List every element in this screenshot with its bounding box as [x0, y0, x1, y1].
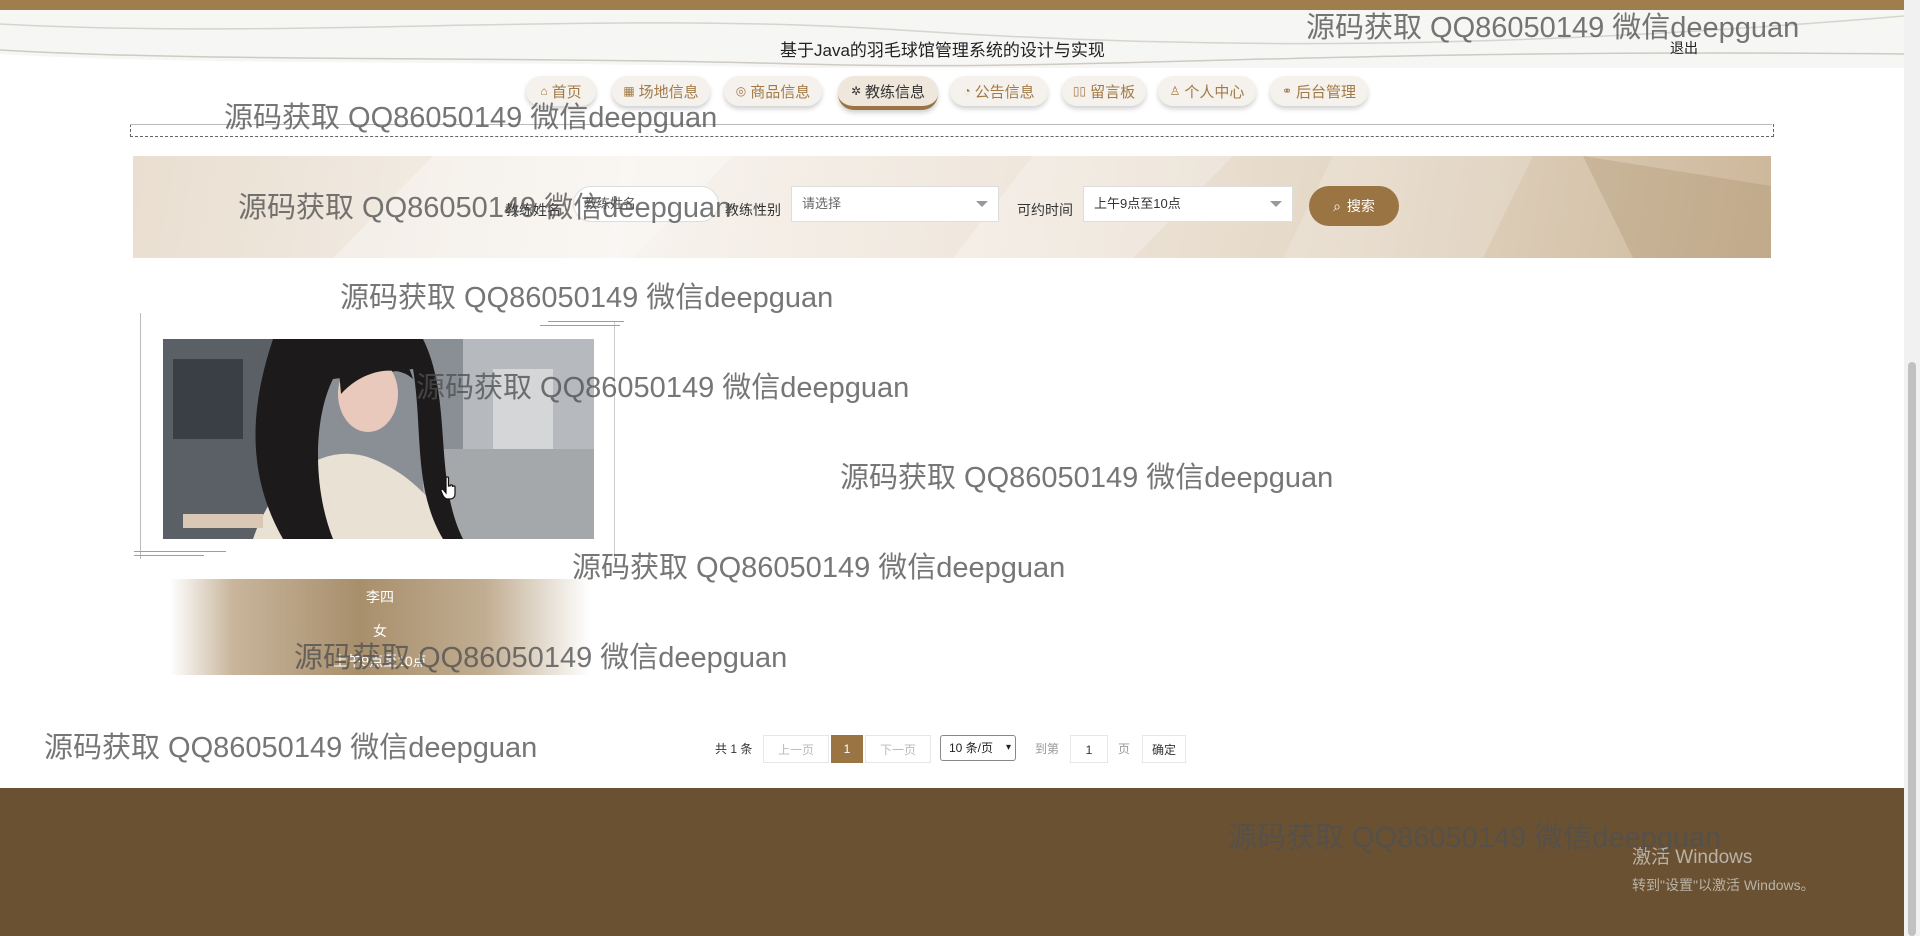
card-corner-decoration	[548, 321, 624, 322]
user-icon: ♙	[1169, 84, 1181, 98]
chevron-down-icon	[1270, 201, 1282, 207]
coach-gender-select[interactable]: 请选择	[791, 186, 999, 222]
chevron-down-icon: ▾	[1005, 742, 1011, 753]
coach-card[interactable]: 李四 女 上午9点至10点	[134, 313, 624, 675]
pagination-prev-button[interactable]: 上一页	[763, 735, 829, 763]
logout-link[interactable]: 退出	[1670, 38, 1698, 58]
link-icon: ⚭	[1281, 84, 1293, 98]
coach-photo[interactable]	[163, 339, 594, 539]
notice-icon: ◔	[963, 84, 971, 98]
windows-activation-title: 激活 Windows	[1632, 847, 1753, 868]
pagination-total: 共 1 条	[715, 742, 753, 756]
nav-item-venue[interactable]: ▦ 场地信息	[612, 76, 710, 106]
site-title: 基于Java的羽毛球馆管理系统的设计与实现	[780, 41, 1105, 60]
card-corner-decoration	[540, 325, 620, 326]
site-footer	[0, 788, 1904, 936]
windows-activation-notice: 激活 Windows 转到"设置"以激活 Windows。	[1632, 842, 1815, 895]
watermark-text: 源码获取 QQ86050149 微信deepguan	[572, 552, 1066, 584]
pagination-goto-label: 到第	[1035, 742, 1060, 756]
coach-name: 李四	[366, 589, 394, 605]
coach-gender-label: 教练性别	[725, 202, 781, 218]
card-frame-left	[140, 313, 141, 559]
watermark-text: 源码获取 QQ86050149 微信deepguan	[840, 462, 1334, 494]
coach-gender-value: 请选择	[802, 196, 842, 211]
nav-item-label: 教练信息	[865, 83, 926, 101]
card-corner-decoration	[134, 555, 204, 556]
nav-item-label: 公告信息	[974, 83, 1035, 101]
pagination-page-unit: 页	[1118, 742, 1131, 756]
nav-item-label: 商品信息	[750, 83, 811, 101]
nav-item-label: 场地信息	[638, 83, 699, 101]
scrollbar-thumb[interactable]	[1908, 362, 1916, 936]
nav-item-label: 个人中心	[1184, 83, 1245, 101]
available-time-label: 可约时间	[1017, 202, 1073, 218]
page-size-value: 10 条/页	[949, 741, 994, 755]
coach-icon: ✲	[850, 84, 862, 98]
hand-cursor-icon	[440, 476, 456, 500]
card-frame-right	[614, 321, 615, 559]
watermark-text: 源码获取 QQ86050149 微信deepguan	[340, 282, 834, 314]
venue-icon: ▦	[623, 84, 635, 98]
nav-item-message[interactable]: ▯▯ 留言板	[1062, 76, 1146, 106]
pagination: 共 1 条 上一页 1 下一页 10 条/页 ▾ 到第 1 页 确定	[0, 735, 1920, 765]
page-size-select[interactable]: 10 条/页 ▾	[940, 735, 1016, 761]
nav-item-label: 首页	[551, 83, 582, 101]
breadcrumb-divider	[130, 124, 1774, 137]
available-time-select[interactable]: 上午9点至10点	[1083, 186, 1293, 222]
search-icon: ⌕	[1333, 197, 1341, 214]
nav-item-notice[interactable]: ◔ 公告信息	[950, 76, 1048, 106]
site-header: 基于Java的羽毛球馆管理系统的设计与实现 退出	[0, 10, 1904, 68]
coach-available-time: 上午9点至10点	[333, 653, 427, 669]
home-icon: ⌂	[540, 84, 548, 98]
nav-item-admin[interactable]: ⚭ 后台管理	[1270, 76, 1368, 106]
message-icon: ▯▯	[1072, 84, 1087, 98]
search-panel: 教练姓名 教练姓名 教练性别 请选择 可约时间 上午9点至10点 ⌕ 搜索	[133, 156, 1771, 258]
nav-item-goods[interactable]: ◎ 商品信息	[724, 76, 822, 106]
pagination-page-current[interactable]: 1	[831, 735, 863, 763]
breadcrumb-divider-top	[130, 124, 1772, 125]
available-time-value: 上午9点至10点	[1094, 196, 1181, 211]
coach-info-panel: 李四 女 上午9点至10点	[170, 579, 590, 675]
card-corner-decoration	[134, 551, 226, 552]
pagination-confirm-button[interactable]: 确定	[1142, 735, 1186, 763]
pagination-next-button[interactable]: 下一页	[865, 735, 931, 763]
coach-name-input[interactable]: 教练姓名	[573, 186, 719, 222]
search-button-label: 搜索	[1346, 198, 1375, 214]
nav-item-home[interactable]: ⌂ 首页	[526, 76, 596, 106]
nav-item-coach[interactable]: ✲ 教练信息	[838, 76, 938, 110]
nav-item-label: 留言板	[1090, 83, 1136, 101]
page-scrollbar[interactable]	[1904, 0, 1920, 936]
nav-item-profile[interactable]: ♙ 个人中心	[1158, 76, 1256, 106]
search-button[interactable]: ⌕ 搜索	[1309, 186, 1399, 226]
chevron-down-icon	[976, 201, 988, 207]
nav-item-label: 后台管理	[1296, 83, 1357, 101]
coach-name-label: 教练姓名	[505, 202, 561, 218]
top-accent-strip	[0, 0, 1904, 10]
pagination-goto-input[interactable]: 1	[1070, 735, 1108, 763]
goods-icon: ◎	[735, 84, 747, 98]
windows-activation-subtitle: 转到"设置"以激活 Windows。	[1632, 877, 1815, 893]
coach-gender: 女	[373, 623, 387, 639]
